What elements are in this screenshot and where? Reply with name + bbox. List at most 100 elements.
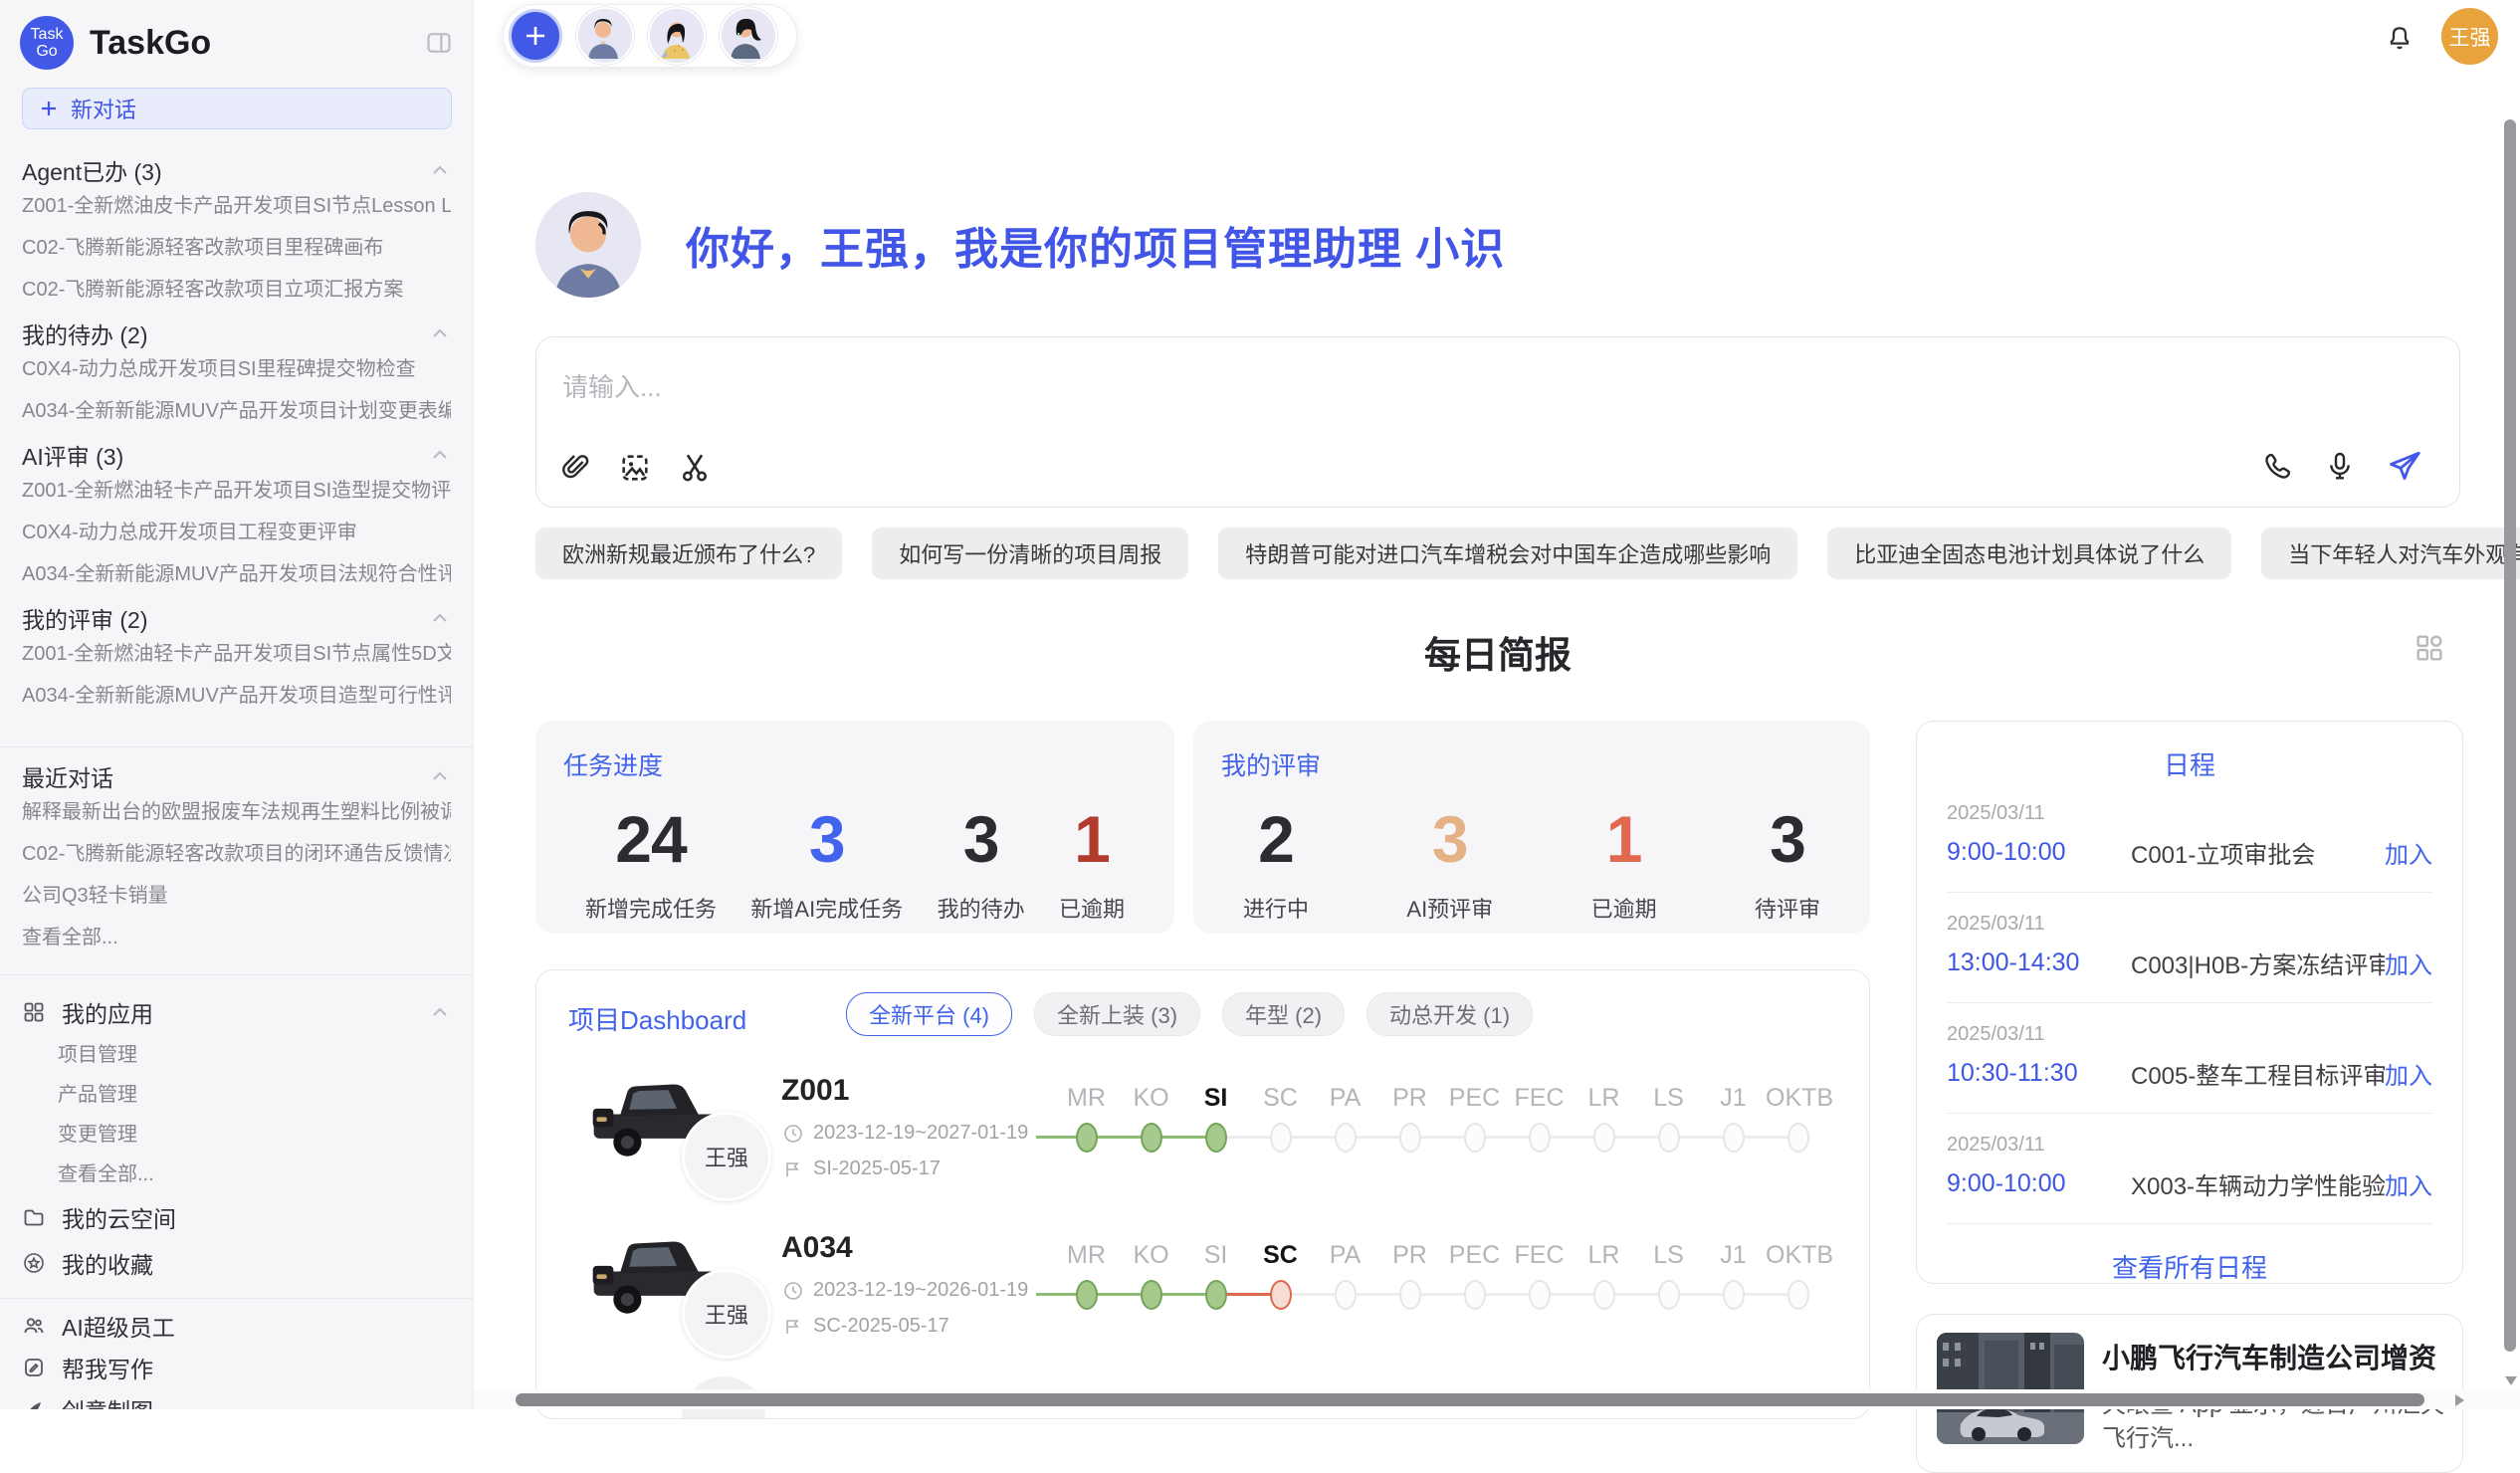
user-avatar[interactable]: 王强 bbox=[2441, 8, 2498, 65]
section-header-my-review[interactable]: 我的评审 (2) bbox=[22, 603, 451, 633]
milestone-dot[interactable] bbox=[1270, 1280, 1292, 1310]
project-row[interactable]: 王强 Z001 2023-12-19~2027-01-19 SI-2025-05… bbox=[536, 1064, 1870, 1213]
project-row[interactable]: 王强 A034 2023-12-19~2026-01-19 SC-2025-05… bbox=[536, 1221, 1870, 1370]
schedule-date: 2025/03/11 bbox=[1947, 1023, 2432, 1046]
agent-avatar-man-icon[interactable] bbox=[576, 7, 634, 65]
sidebar-item[interactable]: C0X4-动力总成开发项目工程变更评审 bbox=[22, 512, 451, 553]
microphone-icon[interactable] bbox=[2324, 450, 2356, 482]
milestone-dot[interactable] bbox=[1205, 1123, 1227, 1153]
milestone-dot[interactable] bbox=[1658, 1280, 1680, 1310]
milestone-dot[interactable] bbox=[1141, 1280, 1162, 1310]
milestone-dot[interactable] bbox=[1335, 1123, 1357, 1153]
my-apps-header[interactable]: 我的应用 bbox=[22, 989, 451, 1035]
section-header-ai-review[interactable]: AI评审 (3) bbox=[22, 440, 451, 470]
section-header-recent-chats[interactable]: 最近对话 bbox=[22, 761, 451, 791]
assistant-avatar-icon bbox=[535, 192, 641, 298]
section-header-my-todo[interactable]: 我的待办 (2) bbox=[22, 318, 451, 348]
suggestion-chip[interactable]: 欧洲新规最近颁布了什么? bbox=[535, 527, 842, 579]
tool-creative-drawing[interactable]: 创意制图 bbox=[22, 1388, 451, 1409]
voice-call-icon[interactable] bbox=[2262, 450, 2294, 482]
suggestion-chip[interactable]: 特朗普可能对进口汽车增税会对中国车企造成哪些影响 bbox=[1218, 527, 1797, 579]
my-favorites[interactable]: 我的收藏 bbox=[22, 1240, 451, 1286]
milestone-dot[interactable] bbox=[1076, 1280, 1098, 1310]
join-link[interactable]: 加入 bbox=[2385, 946, 2432, 980]
milestone-dot[interactable] bbox=[1787, 1123, 1809, 1153]
sidebar-item[interactable]: C0X4-动力总成开发项目SI里程碑提交物检查 bbox=[22, 348, 451, 390]
milestone-dot[interactable] bbox=[1723, 1123, 1745, 1153]
milestone-dot[interactable] bbox=[1205, 1280, 1227, 1310]
layout-grid-icon[interactable] bbox=[2413, 631, 2446, 665]
chat-input[interactable]: 请输入... bbox=[562, 367, 662, 404]
clock-icon bbox=[783, 1124, 803, 1144]
header-actions: 王强 bbox=[2384, 8, 2498, 65]
view-all-apps-link[interactable]: 查看全部... bbox=[22, 1155, 451, 1194]
tool-help-me-write[interactable]: 帮我写作 bbox=[22, 1347, 451, 1388]
sidebar-item[interactable]: Z001-全新燃油轻卡产品开发项目SI造型提交物评审 bbox=[22, 470, 451, 512]
join-link[interactable]: 加入 bbox=[2385, 1056, 2432, 1091]
my-cloud-space[interactable]: 我的云空间 bbox=[22, 1194, 451, 1240]
join-link[interactable]: 加入 bbox=[2385, 835, 2432, 870]
add-agent-button[interactable] bbox=[509, 9, 562, 63]
milestone-dot[interactable] bbox=[1335, 1280, 1357, 1310]
tab-new-body[interactable]: 全新上装 (3) bbox=[1034, 992, 1200, 1036]
image-upload-icon[interactable] bbox=[618, 451, 652, 485]
sidebar-item[interactable]: Z001-全新燃油轻卡产品开发项目SI节点属性5D文件评审 bbox=[22, 633, 451, 675]
milestone-dot[interactable] bbox=[1399, 1280, 1421, 1310]
new-chat-button[interactable]: 新对话 bbox=[22, 88, 452, 129]
suggestion-chip[interactable]: 当下年轻人对汽车外观有怎样的喜好趋势 bbox=[2261, 527, 2520, 579]
stat: 24新增完成任务 bbox=[585, 800, 717, 924]
view-all-chats-link[interactable]: 查看全部... bbox=[22, 917, 451, 958]
send-icon[interactable] bbox=[2386, 447, 2423, 485]
sidebar-item[interactable]: A034-全新新能源MUV产品开发项目法规符合性评审 bbox=[22, 553, 451, 595]
stat-cards: 任务进度 24新增完成任务 3新增AI完成任务 3我的待办 1已逾期 我的评审 … bbox=[535, 721, 1870, 934]
milestone-dot[interactable] bbox=[1529, 1280, 1551, 1310]
join-link[interactable]: 加入 bbox=[2385, 1166, 2432, 1201]
milestone-dot[interactable] bbox=[1141, 1123, 1162, 1153]
milestone-dot[interactable] bbox=[1787, 1280, 1809, 1310]
notifications-bell-icon[interactable] bbox=[2384, 21, 2415, 53]
suggestion-chip[interactable]: 比亚迪全固态电池计划具体说了什么 bbox=[1827, 527, 2231, 579]
sidebar-item[interactable]: A034-全新新能源MUV产品开发项目造型可行性评审 bbox=[22, 675, 451, 717]
tab-new-platform[interactable]: 全新平台 (4) bbox=[846, 992, 1012, 1036]
recent-chat-item[interactable]: 公司Q3轻卡销量 bbox=[22, 875, 451, 917]
attachment-paperclip-icon[interactable] bbox=[560, 452, 592, 484]
view-all-schedule-link[interactable]: 查看所有日程 bbox=[1947, 1224, 2432, 1309]
sidebar-item[interactable]: A034-全新新能源MUV产品开发项目计划变更表编写 bbox=[22, 390, 451, 432]
recent-chat-item[interactable]: 解释最新出台的欧盟报废车法规再生塑料比例被调至15%... bbox=[22, 791, 451, 833]
tool-ai-super-staff[interactable]: AI超级员工 bbox=[22, 1305, 451, 1347]
milestone-dot[interactable] bbox=[1464, 1123, 1486, 1153]
sidebar-item[interactable]: Z001-全新燃油皮卡产品开发项目SI节点Lesson Learn报告 bbox=[22, 185, 451, 227]
vertical-scrollbar-thumb[interactable] bbox=[2504, 119, 2516, 1352]
news-title: 小鹏飞行汽车制造公司增资 bbox=[2102, 1337, 2436, 1376]
milestone-dot[interactable] bbox=[1593, 1280, 1615, 1310]
sidebar-item[interactable]: C02-飞腾新能源轻客改款项目里程碑画布 bbox=[22, 227, 451, 269]
milestone-dot[interactable] bbox=[1593, 1123, 1615, 1153]
app-item[interactable]: 变更管理 bbox=[22, 1115, 451, 1155]
scroll-down-arrow-icon[interactable] bbox=[2505, 1376, 2517, 1385]
agent-avatar-woman-icon[interactable] bbox=[648, 7, 706, 65]
section-header-agent-done[interactable]: Agent已办 (3) bbox=[22, 155, 451, 185]
milestone-dot[interactable] bbox=[1270, 1123, 1292, 1153]
milestone-dot[interactable] bbox=[1529, 1123, 1551, 1153]
milestone-dot[interactable] bbox=[1723, 1280, 1745, 1310]
milestone-dot[interactable] bbox=[1464, 1280, 1486, 1310]
task-progress-card: 任务进度 24新增完成任务 3新增AI完成任务 3我的待办 1已逾期 bbox=[535, 721, 1174, 934]
project-code: Z001 bbox=[781, 1074, 849, 1108]
milestone-dot[interactable] bbox=[1399, 1123, 1421, 1153]
suggestion-chip[interactable]: 如何写一份清晰的项目周报 bbox=[872, 527, 1188, 579]
sidebar-item[interactable]: C02-飞腾新能源轻客改款项目立项汇报方案 bbox=[22, 269, 451, 311]
scissors-screenshot-icon[interactable] bbox=[678, 451, 712, 485]
collapse-sidebar-icon[interactable] bbox=[425, 29, 453, 57]
milestone-dot[interactable] bbox=[1658, 1123, 1680, 1153]
milestone-dot[interactable] bbox=[1076, 1123, 1098, 1153]
scroll-right-arrow-icon[interactable] bbox=[2455, 1394, 2464, 1406]
app-item[interactable]: 产品管理 bbox=[22, 1075, 451, 1115]
tab-powertrain[interactable]: 动总开发 (1) bbox=[1366, 992, 1533, 1036]
tab-model-year[interactable]: 年型 (2) bbox=[1222, 992, 1345, 1036]
horizontal-scrollbar-thumb[interactable] bbox=[516, 1393, 2424, 1406]
recent-chat-item[interactable]: C02-飞腾新能源轻客改款项目的闭环通告反馈情况 bbox=[22, 833, 451, 875]
schedule-event-title: C001-立项审批会 bbox=[2131, 835, 2385, 870]
schedule-time: 9:00-10:00 bbox=[1947, 1169, 2131, 1198]
app-item[interactable]: 项目管理 bbox=[22, 1035, 451, 1075]
agent-avatar-woman2-icon[interactable] bbox=[720, 7, 777, 65]
